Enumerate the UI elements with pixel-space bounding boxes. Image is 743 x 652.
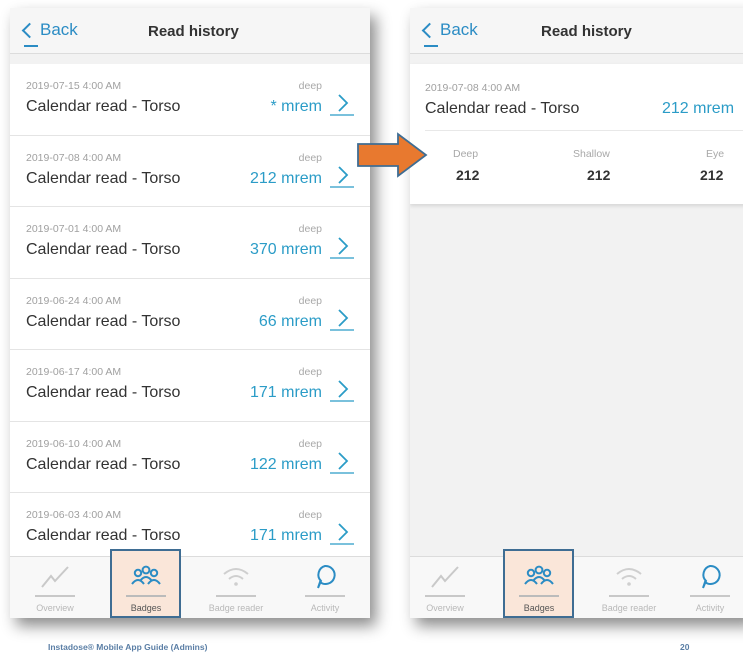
tab-activity[interactable]: Activity <box>280 557 370 618</box>
tab-label: Overview <box>426 603 464 613</box>
tab-label: Badges <box>130 603 162 613</box>
page-title: Read history <box>541 23 632 40</box>
read-date: 2019-06-03 4:00 AM <box>26 509 122 521</box>
read-date: 2019-07-08 4:00 AM <box>26 151 122 164</box>
read-detail-screen: Back Read history 2019-07-08 4:00 AM Cal… <box>410 8 743 618</box>
dose-label-eye: Eye <box>706 148 725 160</box>
tab-label: Badge reader <box>601 603 657 613</box>
tab-label: Activity <box>310 603 340 613</box>
chevron-left-icon <box>421 22 438 39</box>
nav-bar: Back Read history <box>10 8 370 54</box>
list-item[interactable]: 2019-06-03 4:00 AM Calendar read - Torso… <box>10 493 370 565</box>
read-name: Calendar read - Torso <box>26 98 181 115</box>
read-name: Calendar read - Torso <box>26 455 181 473</box>
tab-badge-reader[interactable]: Badge reader <box>191 557 281 618</box>
read-detail-card: 2019-07-08 4:00 AM Calendar read - Torso… <box>410 64 743 204</box>
tab-overview[interactable]: Overview <box>10 557 100 618</box>
read-name: Calendar read - Torso <box>26 169 181 187</box>
list-item[interactable]: 2019-07-15 4:00 AM Calendar read - Torso… <box>10 64 370 136</box>
chevron-right-icon[interactable] <box>330 521 354 545</box>
chevron-right-icon[interactable] <box>330 307 354 331</box>
chevron-right-icon[interactable] <box>330 378 354 402</box>
tab-label: Overview <box>36 603 74 613</box>
back-button[interactable]: Back <box>421 20 478 47</box>
dose-label-shallow: Shallow <box>573 148 610 160</box>
list-item[interactable]: 2019-07-08 4:00 AM Calendar read - Torso… <box>10 135 370 207</box>
read-name: Calendar read - Torso <box>26 312 181 330</box>
chevron-right-icon[interactable] <box>330 235 354 259</box>
list-item[interactable]: 2019-06-10 4:00 AM Calendar read - Torso… <box>10 421 370 493</box>
read-kind: deep <box>298 151 322 164</box>
arrow-right-icon <box>357 132 428 178</box>
speech-bubble-icon <box>702 564 721 589</box>
speech-bubble-icon <box>317 564 336 589</box>
tab-bar: Overview Badges Badge reader Activity <box>10 549 370 618</box>
nav-bar: Back Read history <box>410 8 743 54</box>
divider <box>425 130 743 131</box>
read-history-list: 2019-07-15 4:00 AM Calendar read - Torso… <box>10 64 370 565</box>
back-button[interactable]: Back <box>21 20 78 47</box>
tab-badges[interactable]: Badges <box>101 557 191 618</box>
read-value: 171 mrem <box>249 384 322 401</box>
back-label: Back <box>40 20 78 39</box>
read-name: Calendar read - Torso <box>26 527 181 544</box>
footer-guide-title: Instadose® Mobile App Guide (Admins) <box>48 642 208 652</box>
dose-value-eye: 212 <box>700 167 724 183</box>
read-name: Calendar read - Torso <box>425 100 580 117</box>
read-kind: deep <box>298 509 322 521</box>
read-kind: deep <box>298 223 322 235</box>
dose-value-shallow: 212 <box>587 167 611 183</box>
dose-label-deep: Deep <box>453 148 479 160</box>
read-date: 2019-07-08 4:00 AM <box>425 82 521 94</box>
read-value: 66 mrem <box>258 312 322 330</box>
read-kind: deep <box>298 437 322 450</box>
chart-line-icon <box>41 566 69 588</box>
tab-activity[interactable]: Activity <box>665 557 743 618</box>
wifi-icon <box>223 568 249 586</box>
read-date: 2019-07-01 4:00 AM <box>26 223 122 235</box>
tab-label: Badges <box>523 603 555 613</box>
tab-overview[interactable]: Overview <box>410 557 490 618</box>
read-name: Calendar read - Torso <box>26 384 181 401</box>
list-item[interactable]: 2019-06-24 4:00 AM Calendar read - Torso… <box>10 278 370 350</box>
wifi-icon <box>616 568 642 586</box>
list-item[interactable]: 2019-07-01 4:00 AM Calendar read - Torso… <box>10 207 370 279</box>
chevron-right-icon[interactable] <box>330 92 354 116</box>
chevron-left-icon <box>21 22 38 39</box>
read-kind: deep <box>298 294 322 307</box>
list-item[interactable]: 2019-06-17 4:00 AM Calendar read - Torso… <box>10 350 370 422</box>
back-label: Back <box>440 20 478 39</box>
users-group-icon <box>524 565 554 585</box>
users-group-icon <box>131 565 161 585</box>
read-date: 2019-06-10 4:00 AM <box>26 437 122 450</box>
chart-line-icon <box>431 566 459 588</box>
dose-value-deep: 212 <box>456 167 480 183</box>
page-title: Read history <box>148 23 239 40</box>
read-kind: deep <box>298 80 322 92</box>
chevron-right-icon[interactable] <box>330 450 354 474</box>
tab-badge-reader[interactable]: Badge reader <box>584 557 674 618</box>
read-value: 171 mrem <box>249 527 322 544</box>
read-kind: deep <box>298 366 322 378</box>
read-value: 212 mrem <box>662 100 735 117</box>
chevron-right-icon[interactable] <box>330 164 354 188</box>
read-value: 212 mrem <box>249 169 322 187</box>
read-date: 2019-06-17 4:00 AM <box>26 366 122 378</box>
footer-page-number: 20 <box>680 642 690 652</box>
tab-label: Badge reader <box>208 603 264 613</box>
read-name: Calendar read - Torso <box>26 241 181 258</box>
tab-label: Activity <box>695 603 725 613</box>
tab-badges[interactable]: Badges <box>494 557 584 618</box>
read-history-list-screen: Back Read history 2019-07-15 4:00 AM Cal… <box>10 8 370 618</box>
read-value: * mrem <box>270 98 322 115</box>
read-value: 122 mrem <box>249 455 322 473</box>
read-value: 370 mrem <box>249 241 322 258</box>
read-date: 2019-06-24 4:00 AM <box>26 294 122 307</box>
tab-bar: Overview Badges Badge reader Activity <box>410 549 743 618</box>
read-date: 2019-07-15 4:00 AM <box>26 80 122 92</box>
